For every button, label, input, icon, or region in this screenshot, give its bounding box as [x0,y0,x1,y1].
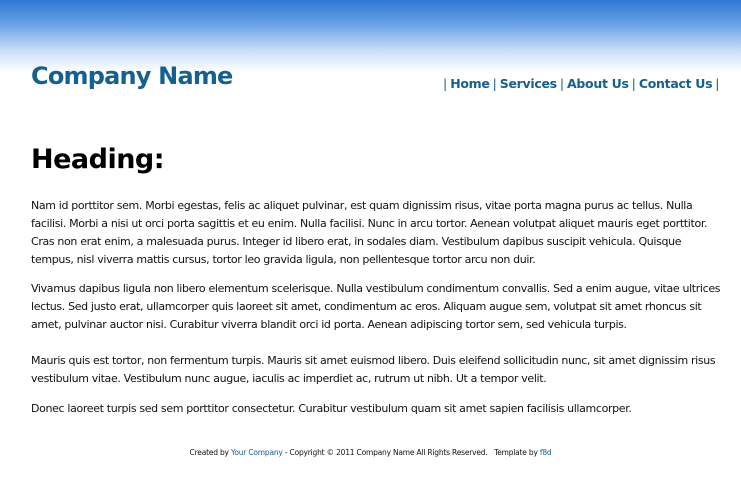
footer-company-link[interactable]: Your Company [231,448,283,457]
footer-template-link[interactable]: f8d [540,448,552,457]
company-logo-text[interactable]: Company Name [31,62,233,90]
nav-link-services[interactable]: Services [500,76,557,91]
content-paragraph: Nam id porttitor sem. Morbi egestas, fel… [31,199,708,266]
nav-link-contact-us[interactable]: Contact Us [639,76,713,91]
nav-separator: | [559,76,565,91]
page-heading: Heading: [31,144,165,175]
footer-copyright: - Copyright © 2011 Company Name All Righ… [284,448,488,457]
footer-template-by: Template by [494,448,538,457]
nav-separator: | [492,76,497,91]
nav-link-about-us[interactable]: About Us [567,76,629,91]
nav-separator: | [631,76,636,91]
content-paragraph: Vivamus dapibus ligula non libero elemen… [31,282,721,331]
content-paragraph: Donec laoreet turpis sed sem porttitor c… [31,402,632,415]
footer-created-by: Created by [189,448,229,457]
footer: Created by Your Company - Copyright © 20… [0,448,741,457]
nav-link-home[interactable]: Home [450,76,490,91]
main-content: Nam id porttitor sem. Morbi egestas, fel… [31,197,721,418]
nav-separator: | [715,76,720,91]
main-navigation: | Home | Services | About Us | Contact U… [440,76,723,91]
nav-separator: | [443,76,448,91]
content-paragraph: Mauris quis est tortor, non fermentum tu… [31,354,716,385]
